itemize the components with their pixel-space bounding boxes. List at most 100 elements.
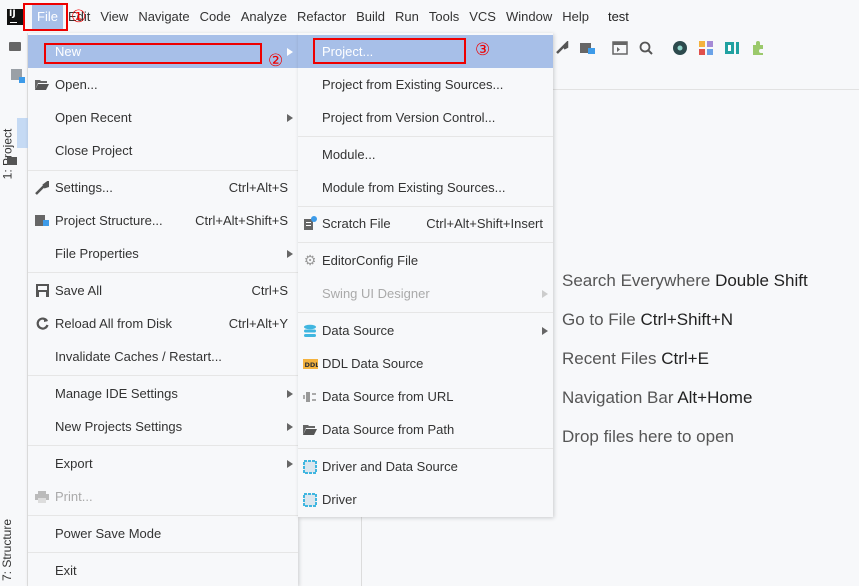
new-menu-module-existing-sources[interactable]: Module from Existing Sources... bbox=[298, 171, 553, 204]
submenu-arrow-icon bbox=[287, 422, 293, 431]
svg-text:DDL: DDL bbox=[304, 361, 318, 369]
search-icon[interactable] bbox=[637, 39, 655, 57]
submenu-arrow-icon bbox=[287, 47, 293, 56]
hint-search-everywhere: Search Everywhere Double Shift bbox=[562, 271, 808, 290]
menu-refactor[interactable]: Refactor bbox=[292, 5, 351, 29]
file-menu-open-recent[interactable]: Open Recent bbox=[28, 101, 298, 134]
menu-separator bbox=[28, 375, 298, 376]
new-menu-ddl-data-source[interactable]: DDL DDL Data Source bbox=[298, 347, 553, 380]
project-tool-tab[interactable]: 1: Project bbox=[0, 125, 24, 185]
structure-tool-tab[interactable]: 7: Structure bbox=[0, 513, 22, 583]
folder-open-icon[interactable] bbox=[9, 42, 21, 51]
new-menu-project[interactable]: Project... bbox=[298, 35, 553, 68]
driver-icon bbox=[302, 492, 318, 508]
menu-code[interactable]: Code bbox=[195, 5, 236, 29]
file-menu-print[interactable]: Print... bbox=[28, 480, 298, 513]
menu-view[interactable]: View bbox=[95, 5, 133, 29]
reload-icon bbox=[34, 316, 50, 332]
submenu-arrow-icon bbox=[287, 249, 293, 258]
menu-run[interactable]: Run bbox=[390, 5, 424, 29]
file-menu-export[interactable]: Export bbox=[28, 447, 298, 480]
hint-drop-files: Drop files here to open bbox=[562, 427, 734, 446]
gear-icon: ⚙ bbox=[303, 252, 317, 268]
menu-separator bbox=[28, 552, 298, 553]
editor-empty-hints: Search Everywhere Double Shift Go to Fil… bbox=[562, 270, 808, 465]
menu-navigate[interactable]: Navigate bbox=[133, 5, 194, 29]
menu-window[interactable]: Window bbox=[501, 5, 557, 29]
structure-tab-label: 7: Structure bbox=[0, 518, 15, 582]
submenu-arrow-icon bbox=[287, 389, 293, 398]
wrench-icon bbox=[34, 180, 50, 196]
menu-tools[interactable]: Tools bbox=[424, 5, 464, 29]
menu-separator bbox=[28, 272, 298, 273]
file-menu-open[interactable]: Open... bbox=[28, 68, 298, 101]
project-tab-label: 1: Project bbox=[0, 128, 15, 180]
save-icon bbox=[34, 283, 50, 299]
plugins-grid-icon[interactable] bbox=[697, 39, 715, 57]
menu-separator bbox=[298, 312, 553, 313]
menu-file[interactable]: File bbox=[32, 4, 63, 29]
run-console-icon[interactable] bbox=[611, 39, 629, 57]
database-tool-icon[interactable] bbox=[723, 39, 741, 57]
panel-divider bbox=[361, 510, 362, 586]
hint-go-to-file: Go to File Ctrl+Shift+N bbox=[562, 310, 734, 329]
new-menu-data-source[interactable]: Data Source bbox=[298, 314, 553, 347]
left-tool-strip: 1: Project 7: Structure bbox=[0, 33, 28, 586]
project-structure-icon[interactable] bbox=[11, 69, 25, 83]
url-icon bbox=[302, 389, 318, 405]
intellij-logo-icon bbox=[7, 8, 23, 25]
puzzle-plugin-icon[interactable] bbox=[749, 39, 767, 57]
new-submenu: Project... Project from Existing Sources… bbox=[298, 33, 553, 517]
project-structure-icon bbox=[34, 213, 50, 229]
scratch-file-icon bbox=[302, 216, 318, 232]
driver-icon bbox=[302, 459, 318, 475]
ddl-icon: DDL bbox=[302, 356, 318, 372]
new-menu-scratch-file[interactable]: Scratch File Ctrl+Alt+Shift+Insert bbox=[298, 207, 553, 240]
file-menu-invalidate-caches[interactable]: Invalidate Caches / Restart... bbox=[28, 340, 298, 373]
new-menu-driver[interactable]: Driver bbox=[298, 483, 553, 516]
file-menu-settings[interactable]: Settings... Ctrl+Alt+S bbox=[28, 171, 298, 204]
menu-separator bbox=[28, 515, 298, 516]
main-toolbar bbox=[553, 33, 859, 63]
new-menu-data-source-path[interactable]: Data Source from Path bbox=[298, 413, 553, 446]
menu-vcs[interactable]: VCS bbox=[464, 5, 501, 29]
annotation-number-1: ① bbox=[71, 7, 87, 27]
menu-separator bbox=[298, 448, 553, 449]
menu-build[interactable]: Build bbox=[351, 5, 390, 29]
submenu-arrow-icon bbox=[542, 326, 548, 335]
annotation-number-2: ② bbox=[268, 51, 284, 71]
new-menu-data-source-url[interactable]: Data Source from URL bbox=[298, 380, 553, 413]
new-menu-module[interactable]: Module... bbox=[298, 138, 553, 171]
menu-analyze[interactable]: Analyze bbox=[236, 5, 292, 29]
project-structure-icon[interactable] bbox=[579, 39, 597, 57]
file-menu-project-structure[interactable]: Project Structure... Ctrl+Alt+Shift+S bbox=[28, 204, 298, 237]
project-title: test bbox=[607, 9, 629, 24]
file-menu-close-project[interactable]: Close Project bbox=[28, 134, 298, 167]
hint-recent-files: Recent Files Ctrl+E bbox=[562, 349, 709, 368]
file-menu-power-save-mode[interactable]: Power Save Mode bbox=[28, 517, 298, 550]
new-menu-driver-and-data-source[interactable]: Driver and Data Source bbox=[298, 450, 553, 483]
code-with-me-icon[interactable] bbox=[671, 39, 689, 57]
file-menu-manage-ide-settings[interactable]: Manage IDE Settings bbox=[28, 377, 298, 410]
new-menu-swing-ui-designer[interactable]: Swing UI Designer bbox=[298, 277, 553, 310]
file-menu-new-projects-settings[interactable]: New Projects Settings bbox=[28, 410, 298, 443]
submenu-arrow-icon bbox=[542, 289, 548, 298]
menu-bar: File Edit View Navigate Code Analyze Ref… bbox=[0, 0, 859, 33]
new-menu-project-vcs[interactable]: Project from Version Control... bbox=[298, 101, 553, 134]
toolbar-divider bbox=[553, 89, 859, 90]
submenu-arrow-icon bbox=[287, 113, 293, 122]
folder-icon bbox=[302, 422, 318, 438]
file-menu-new[interactable]: New bbox=[28, 35, 298, 68]
new-menu-project-existing-sources[interactable]: Project from Existing Sources... bbox=[298, 68, 553, 101]
file-menu-file-properties[interactable]: File Properties bbox=[28, 237, 298, 270]
file-menu-exit[interactable]: Exit bbox=[28, 554, 298, 586]
wrench-icon[interactable] bbox=[553, 39, 571, 57]
menu-help[interactable]: Help bbox=[557, 5, 594, 29]
file-menu-save-all[interactable]: Save All Ctrl+S bbox=[28, 274, 298, 307]
hint-navigation-bar: Navigation Bar Alt+Home bbox=[562, 388, 753, 407]
database-icon bbox=[302, 323, 318, 339]
annotation-number-3: ③ bbox=[475, 40, 491, 60]
file-menu-reload[interactable]: Reload All from Disk Ctrl+Alt+Y bbox=[28, 307, 298, 340]
submenu-arrow-icon bbox=[287, 459, 293, 468]
new-menu-editorconfig-file[interactable]: ⚙ EditorConfig File bbox=[298, 244, 553, 277]
